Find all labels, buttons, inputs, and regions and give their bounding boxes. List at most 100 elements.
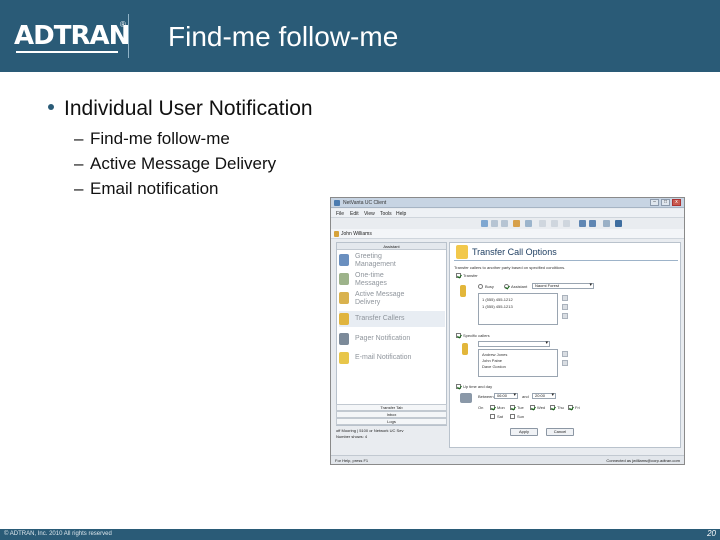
transfer-entry[interactable]: 1 (555) 455-1213 xyxy=(482,304,513,309)
pager-icon xyxy=(339,333,349,345)
remove-caller-icon[interactable] xyxy=(562,360,568,366)
nav-item-pager-notification[interactable]: Pager Notification xyxy=(339,331,445,347)
edit-entry-icon[interactable] xyxy=(562,304,568,310)
caller-entry[interactable]: Dave Gordon xyxy=(482,364,506,369)
settings-icon[interactable] xyxy=(563,220,570,227)
forward-arrow-icon[interactable] xyxy=(589,220,596,227)
menu-bar: File Edit View Tools Help xyxy=(331,209,684,218)
header-divider xyxy=(128,14,129,58)
delivery-icon xyxy=(339,292,349,304)
user-icon xyxy=(334,231,339,237)
time-day-checkbox[interactable] xyxy=(456,384,461,389)
add-caller-icon[interactable] xyxy=(562,351,568,357)
caller-select[interactable] xyxy=(478,341,550,347)
menu-help[interactable]: Help xyxy=(396,211,406,217)
footer-bar: © ADTRAN, Inc. 2010 All rights reserved … xyxy=(0,529,720,540)
menu-edit[interactable]: Edit xyxy=(350,211,359,217)
window-buttons: – □ x xyxy=(650,199,681,207)
dash-icon: – xyxy=(74,179,84,198)
menu-tools[interactable]: Tools xyxy=(380,211,392,217)
caller-entry[interactable]: John Paine xyxy=(482,358,502,363)
transfer-list[interactable]: 1 (555) 455-1212 1 (555) 455-1213 xyxy=(478,293,558,325)
user-bar: John Williams xyxy=(331,229,684,239)
day-checkbox-fri[interactable] xyxy=(568,405,573,410)
day-checkbox-thu[interactable] xyxy=(550,405,555,410)
help-icon[interactable] xyxy=(615,220,622,227)
nav-item-label: E-mail Notification xyxy=(355,354,412,361)
day-label: Thu xyxy=(557,405,564,410)
menu-file[interactable]: File xyxy=(336,211,344,217)
day-checkbox-tue[interactable] xyxy=(510,405,515,410)
between-label: Between xyxy=(478,394,494,399)
refresh-icon[interactable] xyxy=(603,220,610,227)
specific-callers-checkbox[interactable] xyxy=(456,333,461,338)
start-time-field[interactable]: 06:00 xyxy=(494,393,518,399)
transfer-icon xyxy=(339,313,349,325)
day-checkbox-wed[interactable] xyxy=(530,405,535,410)
nav-line: Management xyxy=(355,261,396,268)
logo-text: ADTRAN xyxy=(14,21,130,51)
message-status-line: Number shows: 4 xyxy=(336,434,368,439)
busy-label: Busy xyxy=(485,284,494,289)
busy-radio[interactable] xyxy=(478,284,483,289)
nav-line: Delivery xyxy=(355,299,381,306)
menu-view[interactable]: View xyxy=(364,211,375,217)
cancel-button[interactable]: Cancel xyxy=(546,428,574,436)
tab-transfer[interactable]: Transfer Tab xyxy=(336,404,447,411)
options-icon[interactable] xyxy=(539,220,546,227)
delete-icon[interactable] xyxy=(513,220,520,227)
forward-icon[interactable] xyxy=(501,220,508,227)
tab-inbox[interactable]: Inbox xyxy=(336,411,447,418)
reply-icon[interactable] xyxy=(491,220,498,227)
message-icon xyxy=(339,273,349,285)
back-arrow-icon[interactable] xyxy=(579,220,586,227)
day-checkbox-sat[interactable] xyxy=(490,414,495,419)
status-bar: For Help, press F1 Connected as jwilliam… xyxy=(331,455,684,464)
apply-button[interactable]: Apply xyxy=(510,428,538,436)
slide-title: Find-me follow-me xyxy=(168,21,399,52)
assistant-label: Assistant xyxy=(511,284,528,289)
assistant-select[interactable]: Naomi Forest xyxy=(532,283,594,289)
inbox-icon[interactable] xyxy=(481,220,488,227)
window-title: NetVanta UC Client xyxy=(343,200,387,206)
callers-list[interactable]: Andrew Jones John Paine Dave Gordon xyxy=(478,349,558,377)
maximize-button[interactable]: □ xyxy=(661,199,670,206)
window-titlebar: NetVanta UC Client – □ x xyxy=(331,198,684,208)
user-name: John Williams xyxy=(341,231,372,237)
day-label: Mon xyxy=(497,405,505,410)
day-checkbox-mon[interactable] xyxy=(490,405,495,410)
tools-icon[interactable] xyxy=(551,220,558,227)
transfer-entry[interactable]: 1 (555) 455-1212 xyxy=(482,297,513,302)
sub-bullet-find-me: – Find-me follow-me xyxy=(74,128,230,150)
minimize-button[interactable]: – xyxy=(650,199,659,206)
close-button[interactable]: x xyxy=(672,199,681,206)
remove-entry-icon[interactable] xyxy=(562,313,568,319)
slide: ADTRAN ® Find-me follow-me Individual Us… xyxy=(0,0,720,540)
end-time-field[interactable]: 20:00 xyxy=(532,393,556,399)
on-label: On xyxy=(478,405,484,410)
assistant-nav: Assistant Greeting Management One-time Mes… xyxy=(336,242,447,426)
nav-item-active-message-delivery[interactable]: Active Message Delivery xyxy=(339,291,445,309)
transfer-checkbox[interactable] xyxy=(456,273,461,278)
status-help-text: For Help, press F1 xyxy=(335,458,369,463)
panel-description: Transfer callers to another party based … xyxy=(454,265,566,270)
phone-icon xyxy=(460,285,466,297)
nav-item-label: Greeting Management xyxy=(355,253,396,269)
time-day-label: Up time and day xyxy=(463,384,493,389)
app-icon xyxy=(334,200,340,206)
nav-item-transfer-callers[interactable]: Transfer Callers xyxy=(339,311,445,327)
day-checkbox-sun[interactable] xyxy=(510,414,515,419)
caller-entry[interactable]: Andrew Jones xyxy=(482,352,507,357)
add-entry-icon[interactable] xyxy=(562,295,568,301)
nav-item-label: Transfer Callers xyxy=(355,315,405,322)
nav-item-email-notification[interactable]: E-mail Notification xyxy=(339,350,445,366)
nav-item-greeting-management[interactable]: Greeting Management xyxy=(339,253,445,271)
dash-icon: – xyxy=(74,129,84,148)
copyright: © ADTRAN, Inc. 2010 All rights reserved xyxy=(4,531,112,537)
assistant-radio[interactable] xyxy=(504,284,509,289)
tab-logs[interactable]: Logs xyxy=(336,418,447,425)
specific-callers-label: Specific callers xyxy=(463,333,490,338)
sub-bullet-text: Email notification xyxy=(90,179,219,198)
print-icon[interactable] xyxy=(525,220,532,227)
nav-item-one-time-messages[interactable]: One-time Messages xyxy=(339,272,445,290)
